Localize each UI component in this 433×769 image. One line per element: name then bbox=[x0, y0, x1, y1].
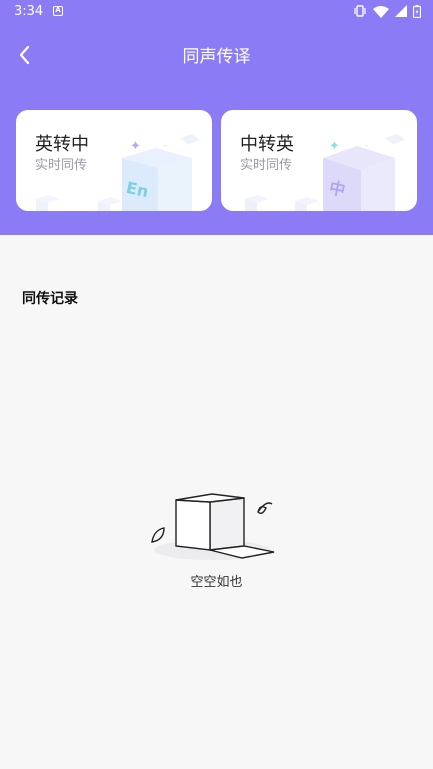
svg-text:-: - bbox=[164, 141, 167, 150]
battery-icon bbox=[413, 4, 421, 18]
card-title: 中转英 bbox=[240, 134, 294, 155]
zh-to-en-card[interactable]: 中转英 实时同传 ✦ - 中 bbox=[221, 110, 417, 211]
records-section-title: 同传记录 bbox=[22, 291, 78, 307]
status-icons bbox=[353, 4, 421, 18]
notification-icon: A bbox=[53, 6, 63, 16]
en-to-zh-card[interactable]: 英转中 实时同传 ✦ - En bbox=[16, 110, 212, 211]
status-time: 3:34 bbox=[14, 4, 44, 19]
card-subtitle: 实时同传 bbox=[240, 158, 293, 173]
svg-text:✦: ✦ bbox=[329, 139, 340, 154]
svg-text:-: - bbox=[365, 141, 368, 150]
status-bar: 3:34 A bbox=[0, 0, 433, 24]
empty-box-icon bbox=[151, 493, 275, 560]
header-background: 3:34 A 同声传译 英转中 实时同传 ✦ - En 中转英 实时同传 ✦ -… bbox=[0, 0, 433, 235]
svg-text:✦: ✦ bbox=[130, 139, 141, 154]
signal-icon bbox=[395, 5, 407, 17]
card-subtitle: 实时同传 bbox=[35, 158, 88, 173]
cube-decoration bbox=[36, 195, 122, 211]
page-title: 同声传译 bbox=[182, 47, 251, 67]
empty-state-text: 空空如也 bbox=[190, 575, 243, 590]
card-title: 英转中 bbox=[35, 134, 89, 155]
wifi-icon bbox=[373, 5, 389, 18]
vibrate-icon bbox=[354, 5, 366, 17]
cube-decoration bbox=[245, 195, 319, 211]
